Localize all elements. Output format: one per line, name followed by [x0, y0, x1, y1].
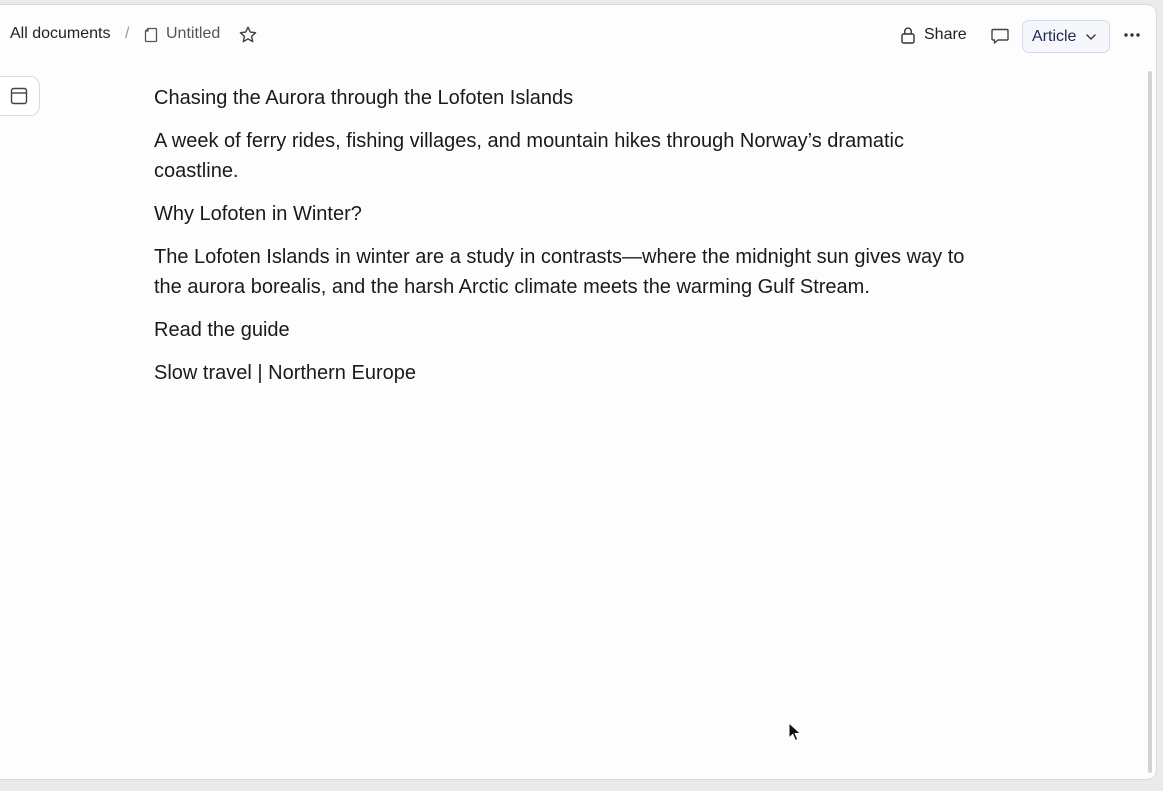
scrollbar-thumb[interactable]: [1148, 71, 1152, 773]
vertical-scrollbar[interactable]: [1146, 71, 1154, 773]
breadcrumb-current-document[interactable]: Untitled: [166, 25, 220, 43]
document-icon: [144, 27, 158, 43]
breadcrumb-all-documents[interactable]: All documents: [10, 25, 111, 43]
sidebar-toggle-button[interactable]: [0, 76, 40, 116]
top-bar: All documents / Untitled Share Article: [0, 5, 1156, 65]
comment-icon[interactable]: [990, 26, 1010, 46]
breadcrumb-separator: /: [125, 25, 130, 42]
mouse-cursor-icon: [788, 722, 802, 742]
lock-icon: [901, 27, 915, 44]
view-mode-label: Article: [1032, 27, 1077, 45]
body-paragraph[interactable]: The Lofoten Islands in winter are a stud…: [154, 242, 994, 302]
document-subtitle[interactable]: A week of ferry rides, fishing villages,…: [154, 126, 994, 186]
document-title[interactable]: Chasing the Aurora through the Lofoten I…: [154, 83, 994, 113]
document-window: All documents / Untitled Share Article C…: [0, 4, 1157, 780]
view-mode-dropdown[interactable]: Article: [1022, 20, 1110, 53]
share-label: Share: [924, 26, 967, 43]
section-heading[interactable]: Why Lofoten in Winter?: [154, 199, 994, 229]
read-guide-text[interactable]: Read the guide: [154, 315, 994, 345]
more-icon[interactable]: [1122, 29, 1142, 41]
sidebar-panel-icon: [10, 87, 28, 105]
chevron-down-icon: [1086, 33, 1097, 40]
tags-text[interactable]: Slow travel | Northern Europe: [154, 358, 994, 388]
share-button[interactable]: Share: [900, 22, 967, 48]
document-content[interactable]: Chasing the Aurora through the Lofoten I…: [154, 83, 994, 401]
star-icon[interactable]: [238, 25, 258, 45]
